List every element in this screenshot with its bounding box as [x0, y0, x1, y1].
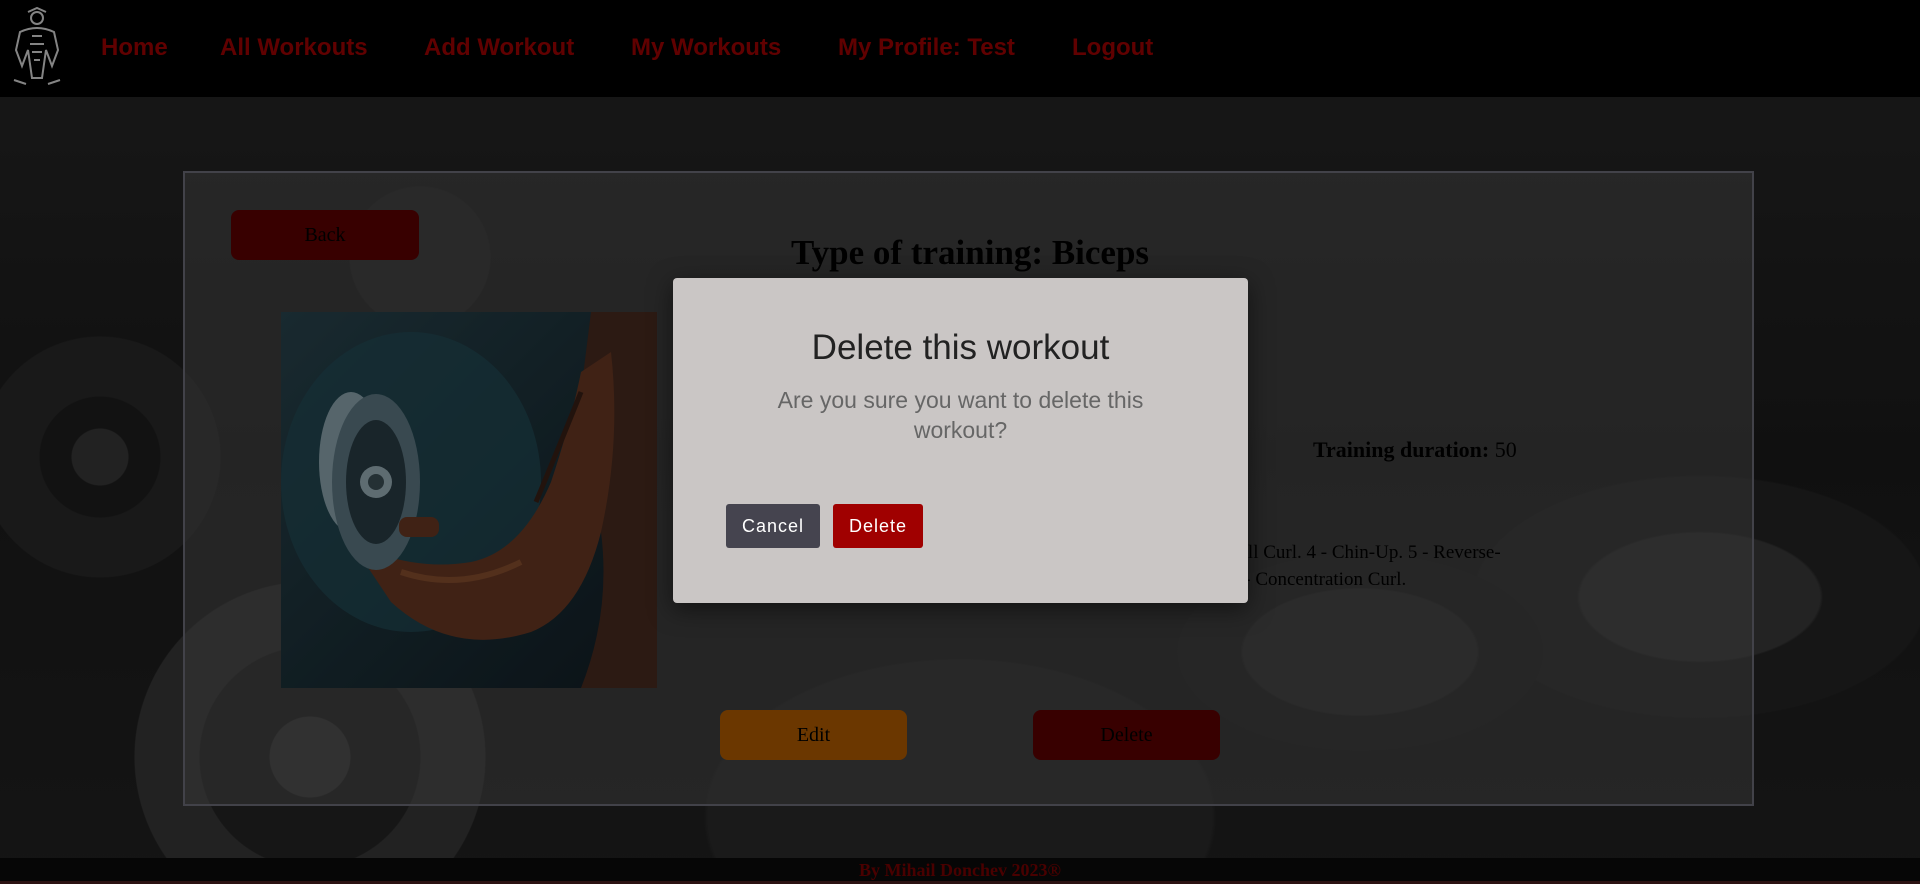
delete-confirm-modal: Delete this workout Are you sure you wan…	[673, 278, 1248, 603]
modal-delete-button[interactable]: Delete	[833, 504, 923, 548]
modal-cancel-button[interactable]: Cancel	[726, 504, 820, 548]
modal-title: Delete this workout	[811, 328, 1110, 367]
modal-message: Are you sure you want to delete this wor…	[777, 387, 1144, 443]
